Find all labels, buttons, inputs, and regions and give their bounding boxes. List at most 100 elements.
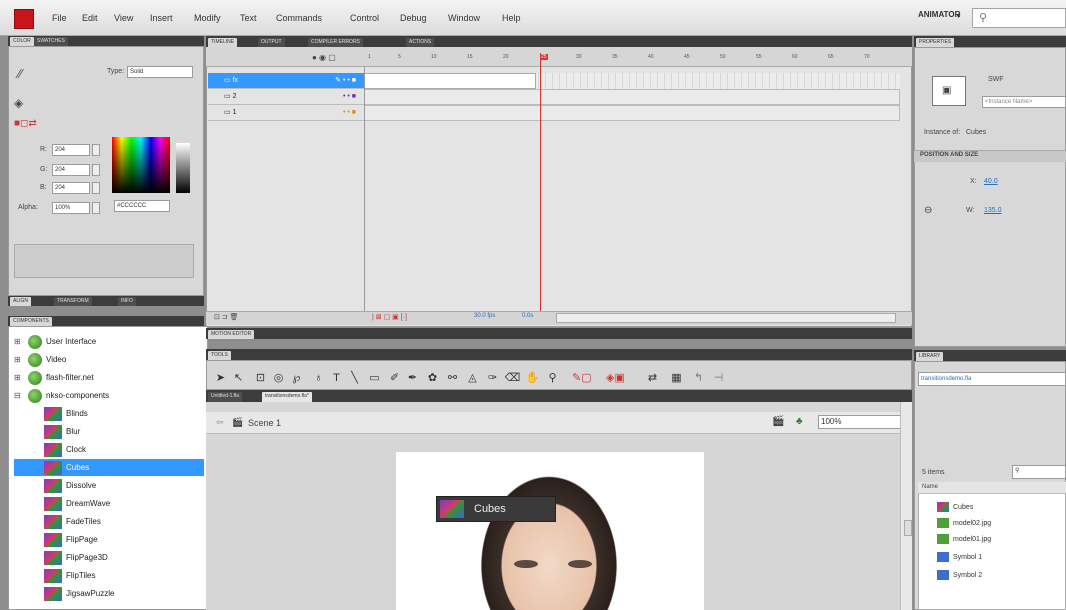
layer-color-icon[interactable]: • • ■ [343,89,356,105]
green-stepper[interactable] [92,164,100,176]
tab-output[interactable]: OUTPUT [258,38,285,47]
menu-debug[interactable]: Debug [400,13,427,23]
smooth-icon[interactable]: ↰ [690,370,707,387]
tab-properties[interactable]: PROPERTIES [916,38,955,47]
layer-color-icon[interactable]: • • ■ [343,105,356,121]
layer-row-fx[interactable]: ▭ fx ✎ • • ■ [208,73,364,89]
paint-bucket-tool-icon[interactable]: ◬ [464,370,481,387]
help-search-input[interactable]: ⚲ [972,8,1066,28]
color-spectrum[interactable] [112,137,170,193]
menu-text[interactable]: Text [240,13,257,23]
fill-color-swatch-icon[interactable]: ◈▣ [606,370,625,387]
component-clock[interactable]: Clock [14,441,204,458]
line-tool-icon[interactable]: ╲ [346,370,363,387]
folder-user-interface[interactable]: ⊞ User Interface [14,333,96,350]
menu-edit[interactable]: Edit [82,13,98,23]
menu-window[interactable]: Window [448,13,480,23]
hex-field[interactable]: #CCCCCC [114,200,170,212]
library-search-input[interactable]: ⚲ [1012,465,1066,479]
folder-video[interactable]: ⊞ Video [14,351,66,368]
deco-tool-icon[interactable]: ✿ [424,370,441,387]
library-item-cubes[interactable]: Cubes [937,502,973,512]
blue-field[interactable]: 204 [52,182,90,194]
layer1-frames[interactable] [364,105,900,121]
library-item-symbol1[interactable]: Symbol 1 [937,552,982,562]
panel-resize-handle[interactable] [904,520,912,536]
menu-view[interactable]: View [114,13,133,23]
lasso-tool-icon[interactable]: ℘ [288,370,305,387]
component-dreamwave[interactable]: DreamWave [14,495,204,512]
tab-library[interactable]: LIBRARY [916,352,944,361]
swap-colors-icon[interactable]: ⇄ [644,370,661,387]
lock-proportions-icon[interactable]: ⊖ [924,205,932,216]
eyedropper-tool-icon[interactable]: ✑ [484,370,501,387]
component-fliptiles[interactable]: FlipTiles [14,567,204,584]
component-dissolve[interactable]: Dissolve [14,477,204,494]
tab-motion-editor[interactable]: MOTION EDITOR [208,330,255,339]
bone-tool-icon[interactable]: ⚯ [444,370,461,387]
text-tool-icon[interactable]: T [328,370,345,387]
layer-row-2[interactable]: ▭ 2 • • ■ [208,89,364,105]
zoom-select[interactable]: 100% [818,415,908,429]
pencil-tool-icon[interactable]: ✐ [386,370,403,387]
brush-tool-icon[interactable]: ✒ [404,370,421,387]
layer2-frames[interactable] [364,89,900,105]
layer-buttons-icons[interactable]: ⊡ ⊐ 🗑 [214,313,239,321]
x-value[interactable]: 40.0 [984,178,998,185]
type-select[interactable]: Solid [127,66,193,78]
instance-name-input[interactable]: <Instance Name> [982,96,1066,108]
tab-info[interactable]: INFO [118,297,136,306]
menu-modify[interactable]: Modify [194,13,221,23]
subselection-tool-icon[interactable]: ↖ [230,370,247,387]
hand-tool-icon[interactable]: ✋ [524,370,541,387]
rectangle-tool-icon[interactable]: ▭ [366,370,383,387]
alpha-stepper[interactable] [92,202,100,214]
library-document-select[interactable]: transitionsdemo.fla [918,372,1066,386]
component-cubes[interactable]: Cubes [14,459,204,476]
menu-file[interactable]: File [52,13,67,23]
chevron-down-icon[interactable]: ▼ [955,13,962,20]
fps-display[interactable]: 30.0 fps [474,313,495,319]
scene-label[interactable]: Scene 1 [248,418,281,428]
edit-scene-icon[interactable]: 🎬 [772,416,784,427]
tab-components[interactable]: COMPONENTS [10,317,52,326]
swap-colors-icon[interactable]: ■◻⇄ [14,118,37,129]
tab-document-untitled[interactable]: Untitled-1.fla [208,392,243,402]
tab-actions[interactable]: ACTIONS [406,38,435,47]
tab-align[interactable]: ALIGN [10,297,32,306]
blue-stepper[interactable] [92,182,100,194]
component-blur[interactable]: Blur [14,423,204,440]
stroke-color-swatch-icon[interactable]: ✎▢ [572,370,592,387]
menu-control[interactable]: Control [350,13,379,23]
layer-row-1[interactable]: ▭ 1 • • ■ [208,105,364,121]
straighten-icon[interactable]: ⊣ [710,370,727,387]
w-value[interactable]: 135.0 [984,207,1002,214]
library-item-symbol2[interactable]: Symbol 2 [937,570,982,580]
tab-swatches[interactable]: SWATCHES [34,37,68,46]
playhead-line[interactable] [540,53,541,311]
edit-symbols-icon[interactable]: ♣ [796,416,803,427]
library-item-model01[interactable]: model01.jpg [937,534,991,544]
green-field[interactable]: 204 [52,164,90,176]
component-blinds[interactable]: Blinds [14,405,204,422]
fill-color-icon[interactable]: ◈ [14,96,23,110]
onion-skin-icons[interactable]: | ⊠ ▢ ▣ [·] [372,313,407,321]
brightness-slider[interactable] [176,143,190,193]
folder-flash-filter[interactable]: ⊞ flash-filter.net [14,369,94,386]
back-arrow-icon[interactable]: ⇦ [216,417,224,428]
menu-commands[interactable]: Commands [276,13,322,23]
component-fadetiles[interactable]: FadeTiles [14,513,204,530]
free-transform-tool-icon[interactable]: ⊡ [252,370,269,387]
folder-nkso-components[interactable]: ⊟ nkso-components [14,387,109,404]
red-field[interactable]: 204 [52,144,90,156]
tab-transform[interactable]: TRANSFORM [54,297,92,306]
library-item-model02[interactable]: model02.jpg [937,518,991,528]
snap-to-objects-icon[interactable]: ▦ [668,370,685,387]
stroke-color-icon[interactable]: ⁄⁄ [18,66,22,81]
alpha-field[interactable]: 100% [52,202,90,214]
zoom-tool-icon[interactable]: ⚲ [544,370,561,387]
timeline-h-scrollbar[interactable] [556,313,896,323]
3d-rotation-tool-icon[interactable]: ◎ [270,370,287,387]
tab-tools[interactable]: TOOLS [208,351,231,360]
tab-timeline[interactable]: TIMELINE [208,38,238,47]
